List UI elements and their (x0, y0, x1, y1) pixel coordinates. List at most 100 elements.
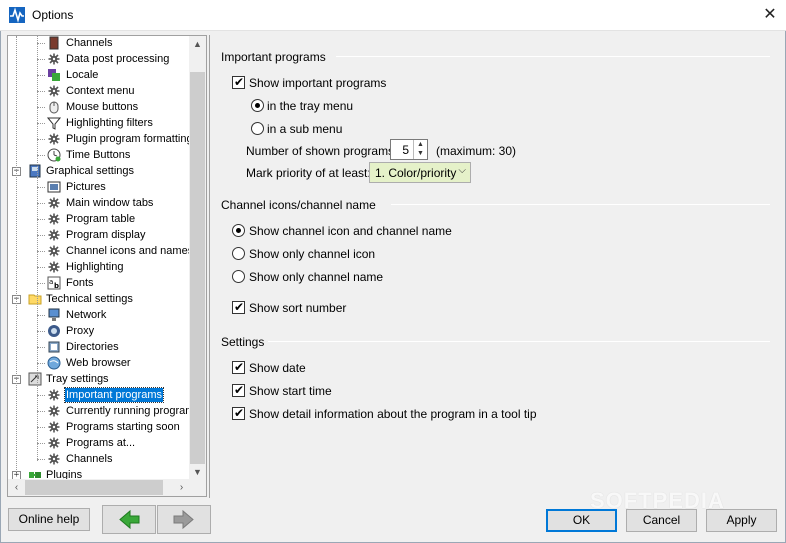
channel-name-only-radio[interactable] (232, 270, 245, 283)
show-date-label[interactable]: Show date (249, 361, 306, 375)
back-button[interactable] (102, 505, 156, 534)
tree-item-label[interactable]: Highlighting (65, 260, 124, 274)
forward-button[interactable] (157, 505, 211, 534)
channel-icon-only-label[interactable]: Show only channel icon (249, 247, 375, 261)
show-sort-number-label[interactable]: Show sort number (249, 301, 346, 315)
tree-connector (37, 59, 45, 60)
scroll-corner (189, 479, 206, 496)
tree-item-label[interactable]: Graphical settings (45, 164, 135, 178)
show-detail-tooltip-label[interactable]: Show detail information about the progra… (249, 407, 537, 421)
tree-item-label[interactable]: Highlighting filters (65, 116, 154, 130)
apply-button[interactable]: Apply (706, 509, 777, 532)
tree-item-label[interactable]: Pictures (65, 180, 107, 194)
tree-connector (37, 123, 45, 124)
tree-connector (37, 36, 38, 461)
settings-tree[interactable]: Channels Data post processing Locale Contex… (7, 35, 207, 497)
tree-item-label[interactable]: Time Buttons (65, 148, 131, 162)
channel-icon-only-radio[interactable] (232, 247, 245, 260)
tree-vertical-scrollbar[interactable]: ▲ ▼ (189, 36, 206, 481)
shown-programs-value[interactable]: 5 (402, 143, 409, 157)
tree-connector (37, 251, 45, 252)
channel-icon-and-name-radio[interactable] (232, 224, 245, 237)
online-help-button[interactable]: Online help (8, 508, 90, 531)
scroll-left-icon[interactable]: ‹ (8, 479, 25, 496)
tray-icon (28, 372, 42, 386)
gear-icon (48, 421, 60, 433)
channel-name-only-label[interactable]: Show only channel name (249, 270, 383, 284)
tree-item-label[interactable]: Program display (65, 228, 146, 242)
tree-item-label[interactable]: Locale (65, 68, 99, 82)
tree-item-label[interactable]: Currently running program (65, 404, 195, 418)
gear-icon (48, 261, 60, 273)
channels-icon (49, 36, 59, 50)
gear-icon (48, 213, 60, 225)
section-divider (336, 56, 770, 57)
show-sort-number-checkbox[interactable]: ✔ (232, 300, 245, 314)
tree-hscroll-thumb[interactable] (25, 480, 163, 495)
tree-item-label[interactable]: Tray settings (45, 372, 110, 386)
priority-label: Mark priority of at least: (246, 166, 371, 180)
tree-item-label[interactable]: Main window tabs (65, 196, 154, 210)
folder-icon (28, 294, 42, 305)
channel-icon-and-name-label[interactable]: Show channel icon and channel name (249, 224, 452, 238)
sub-menu-radio[interactable] (251, 122, 264, 135)
back-arrow-icon (119, 509, 140, 530)
tree-connector (37, 219, 45, 220)
tree-connector (37, 347, 45, 348)
close-icon[interactable]: ✕ (756, 2, 784, 28)
tree-connector (16, 36, 17, 476)
tree-item-label[interactable]: Fonts (65, 276, 95, 290)
spinner-up-icon[interactable]: ▲ (414, 140, 427, 149)
cancel-button[interactable]: Cancel (626, 509, 697, 532)
gear-icon (48, 453, 60, 465)
app-icon (9, 7, 25, 23)
tree-scroll-thumb[interactable] (190, 72, 205, 464)
tree-item-label[interactable]: Context menu (65, 84, 135, 98)
tree-item-label[interactable]: Web browser (65, 356, 132, 370)
tree-item-label[interactable]: Channel icons and names (65, 244, 194, 258)
shown-programs-spinner[interactable]: 5 ▲ ▼ (390, 139, 428, 160)
tree-item-label[interactable]: Proxy (65, 324, 95, 338)
tree-item-label[interactable]: Technical settings (45, 292, 134, 306)
tree-item-label[interactable]: Program table (65, 212, 136, 226)
tree-item-label[interactable]: Data post processing (65, 52, 170, 66)
show-detail-tooltip-checkbox[interactable]: ✔ (232, 406, 245, 420)
spinner-down-icon[interactable]: ▼ (414, 149, 427, 158)
gear-icon (48, 389, 60, 401)
section-title-settings: Settings (221, 335, 265, 349)
tree-item-label[interactable]: Channels (65, 452, 113, 466)
tree-connector (37, 91, 45, 92)
show-start-time-checkbox[interactable]: ✔ (232, 383, 245, 397)
gear-icon (48, 197, 60, 209)
tree-item-label[interactable]: Programs starting soon (65, 420, 181, 434)
tree-item-label[interactable]: Plugin program formatting (65, 132, 194, 146)
filter-icon (47, 117, 61, 130)
show-important-label[interactable]: Show important programs (249, 76, 386, 90)
show-important-checkbox[interactable]: ✔ (232, 75, 245, 89)
gear-icon (48, 133, 60, 145)
show-start-time-label[interactable]: Show start time (249, 384, 332, 398)
tree-horizontal-scrollbar[interactable]: ‹ › (8, 479, 190, 496)
priority-dropdown[interactable]: 1. Color/priority ⌵ (369, 162, 471, 183)
tree-item-label[interactable]: Important programs (64, 387, 164, 403)
checkmark-icon: ✔ (234, 300, 245, 314)
gear-icon (48, 53, 60, 65)
tray-menu-label[interactable]: in the tray menu (267, 99, 353, 113)
show-date-checkbox[interactable]: ✔ (232, 360, 245, 374)
sub-menu-label[interactable]: in a sub menu (267, 122, 342, 136)
tree-item-label[interactable]: Channels (65, 36, 113, 50)
scroll-right-icon[interactable]: › (173, 479, 190, 496)
chevron-down-icon: ⌵ (458, 165, 466, 176)
tree-item-label[interactable]: Programs at... (65, 436, 136, 450)
tree-item-label[interactable]: Mouse buttons (65, 100, 139, 114)
window-title: Options (32, 8, 74, 22)
tree-item-label[interactable]: Network (65, 308, 107, 322)
section-title-channel: Channel icons/channel name (221, 198, 376, 212)
checkmark-icon: ✔ (234, 406, 245, 420)
tree-item-label[interactable]: Directories (65, 340, 120, 354)
section-title-important: Important programs (221, 50, 326, 64)
tray-menu-radio[interactable] (251, 99, 264, 112)
tree-connector (37, 315, 45, 316)
scroll-up-icon[interactable]: ▲ (189, 36, 206, 53)
ok-button[interactable]: OK (546, 509, 617, 532)
